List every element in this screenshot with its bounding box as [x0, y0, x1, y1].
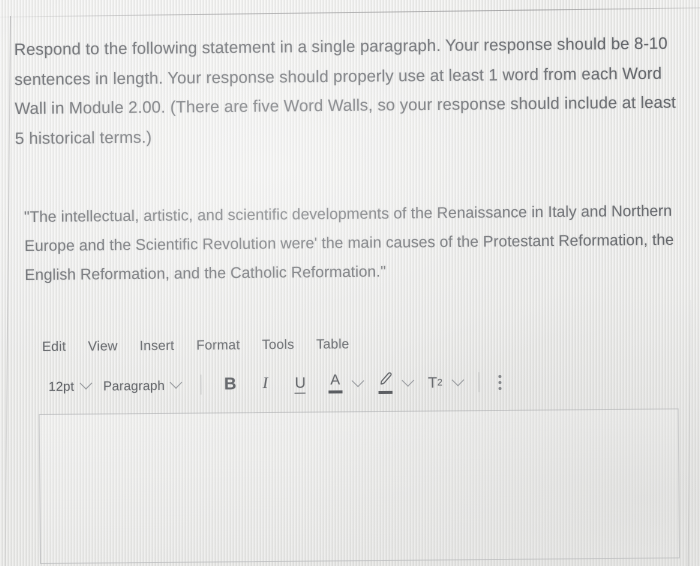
highlighter-pen-icon: [377, 372, 393, 395]
highlight-color-dropdown[interactable]: [401, 370, 415, 396]
more-options-button[interactable]: [491, 371, 510, 392]
chevron-down-icon: [451, 373, 465, 386]
text-color-dropdown[interactable]: [351, 370, 365, 396]
superscript-exponent-glyph: 2: [437, 376, 443, 389]
page-top-divider: [0, 7, 700, 18]
underline-glyph: U: [294, 374, 306, 394]
toolbar-divider: [478, 372, 480, 393]
highlight-color-button[interactable]: [373, 370, 398, 396]
bold-button[interactable]: B: [218, 371, 243, 397]
editor-content-area[interactable]: [38, 408, 680, 564]
rich-text-editor: Edit View Insert Format Tools Table 12pt…: [38, 328, 682, 564]
screenshot-canvas: Respond to the following statement in a …: [0, 0, 700, 566]
kebab-dot: [498, 386, 502, 390]
pen-glyph: [377, 372, 393, 389]
text-color-glyph: A: [330, 372, 341, 389]
menu-item-edit[interactable]: Edit: [42, 338, 66, 353]
text-color-swatch: [328, 390, 343, 394]
chevron-down-icon: [169, 375, 183, 389]
kebab-dot: [498, 380, 502, 384]
chevron-down-icon: [351, 374, 365, 387]
font-size-value: 12pt: [48, 378, 75, 394]
menu-item-tools[interactable]: Tools: [262, 336, 294, 351]
menu-item-view[interactable]: View: [88, 338, 118, 353]
chevron-down-icon: [401, 373, 415, 387]
underline-button[interactable]: U: [288, 371, 313, 397]
block-format-value: Paragraph: [103, 377, 165, 393]
assignment-prompt-text: Respond to the following statement in a …: [14, 34, 677, 148]
superscript-base-glyph: T: [427, 374, 438, 392]
page-right-divider: [687, 299, 691, 566]
superscript-dropdown[interactable]: [451, 369, 465, 395]
highlight-color-swatch: [378, 390, 393, 395]
italic-button[interactable]: I: [253, 371, 278, 397]
text-color-button[interactable]: A: [323, 370, 348, 396]
editor-menu-bar: Edit View Insert Format Tools Table: [38, 328, 680, 358]
page-left-divider: [4, 15, 11, 566]
editor-toolbar: 12pt Paragraph B I U A T 2: [38, 363, 680, 403]
toolbar-divider: [200, 374, 202, 395]
kebab-dot: [498, 374, 502, 378]
assignment-prompt: Respond to the following statement in a …: [14, 30, 687, 154]
superscript-button[interactable]: T2: [423, 369, 448, 395]
quoted-statement-text: "The intellectual, artistic, and scienti…: [24, 202, 674, 284]
menu-item-table[interactable]: Table: [316, 336, 349, 351]
chevron-down-icon: [79, 376, 92, 390]
text-color-icon: A: [328, 372, 343, 394]
block-format-select[interactable]: Paragraph: [99, 375, 190, 395]
quoted-statement: "The intellectual, artistic, and scienti…: [24, 197, 675, 290]
font-size-select[interactable]: 12pt: [44, 376, 99, 395]
menu-item-format[interactable]: Format: [196, 337, 240, 352]
menu-item-insert[interactable]: Insert: [140, 337, 175, 352]
